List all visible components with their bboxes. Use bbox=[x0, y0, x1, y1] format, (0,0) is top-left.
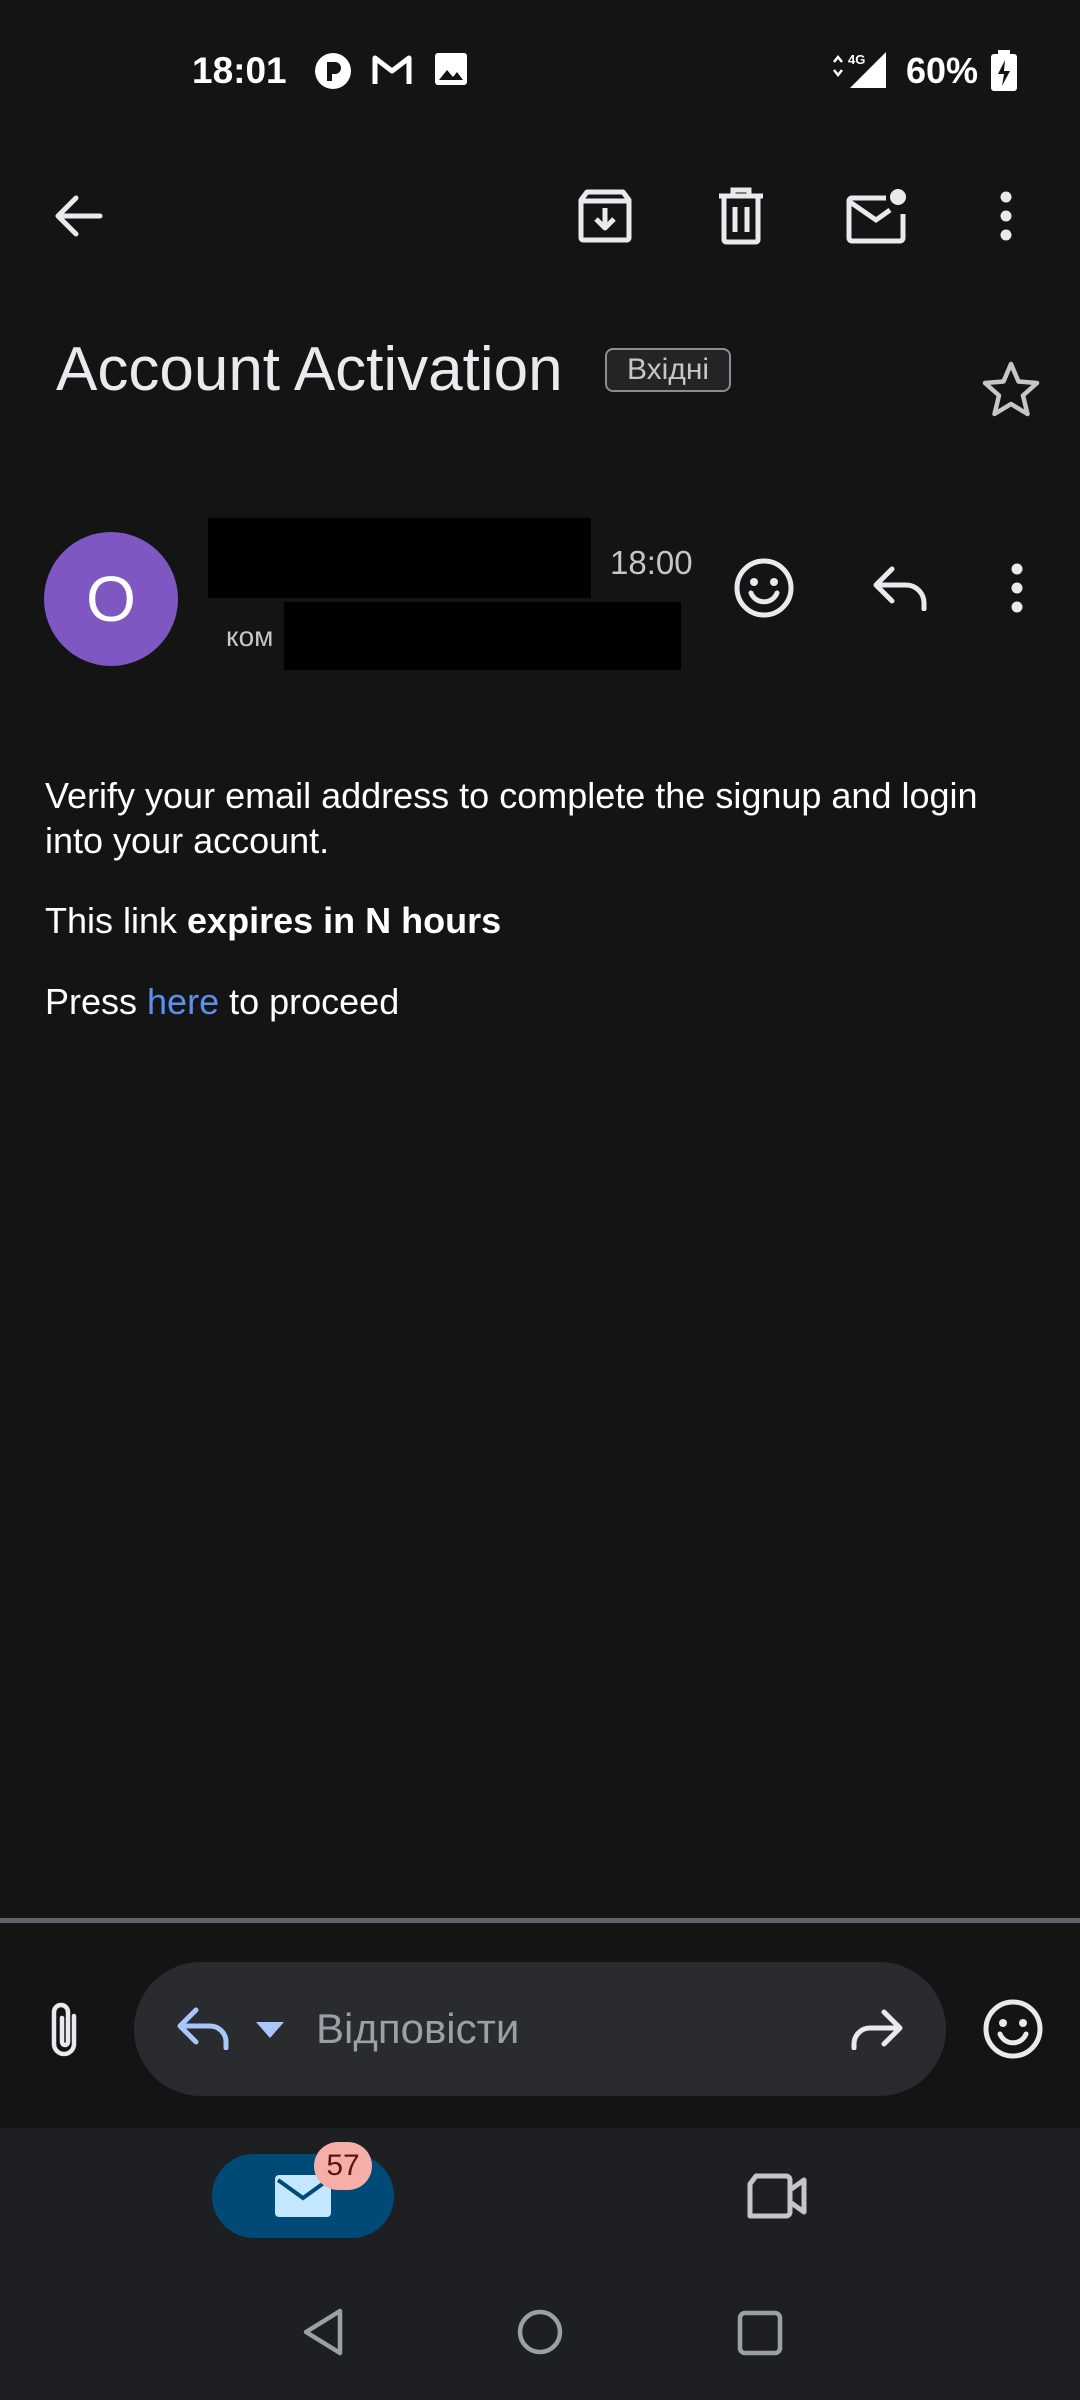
system-home-button[interactable] bbox=[516, 2308, 564, 2356]
archive-button[interactable] bbox=[557, 168, 653, 264]
delete-icon bbox=[719, 187, 763, 245]
emoji-reaction-button[interactable] bbox=[733, 557, 795, 619]
body-paragraph-1: Verify your email address to complete th… bbox=[45, 775, 978, 861]
activation-link[interactable]: here bbox=[147, 981, 219, 1022]
signal-icon: 4G bbox=[830, 50, 890, 90]
email-time: 18:00 bbox=[610, 544, 693, 581]
attachment-icon bbox=[51, 2002, 77, 2057]
triangle-back-icon bbox=[303, 2308, 343, 2356]
reply-input-placeholder[interactable]: Відповісти bbox=[316, 2002, 519, 2056]
circle-home-icon bbox=[517, 2309, 563, 2355]
redacted-recipient bbox=[284, 602, 681, 670]
system-back-button[interactable] bbox=[300, 2307, 344, 2357]
gmail-icon bbox=[372, 52, 412, 88]
redacted-sender-name bbox=[208, 518, 591, 598]
add-emoji-icon bbox=[734, 558, 794, 618]
more-vert-icon bbox=[1000, 191, 1012, 241]
message-more-button[interactable] bbox=[1010, 563, 1024, 613]
star-button[interactable] bbox=[980, 360, 1042, 418]
back-button[interactable] bbox=[30, 168, 126, 264]
more-vert-icon bbox=[1011, 563, 1023, 613]
battery-percent: 60% bbox=[906, 50, 979, 91]
star-icon bbox=[982, 361, 1040, 417]
attach-button[interactable] bbox=[44, 2000, 84, 2060]
mark-unread-button[interactable] bbox=[829, 168, 925, 264]
unread-count-badge: 57 bbox=[314, 2142, 372, 2190]
back-icon bbox=[55, 195, 103, 237]
reply-mode-button[interactable] bbox=[176, 2004, 232, 2050]
forward-icon bbox=[851, 2009, 903, 2050]
emoji-reaction-bar-button[interactable] bbox=[982, 1998, 1044, 2060]
square-recents-icon bbox=[737, 2310, 783, 2356]
video-camera-icon bbox=[747, 2173, 807, 2219]
forward-button[interactable] bbox=[848, 2006, 904, 2050]
body-text: Press bbox=[45, 981, 148, 1022]
reply-mode-dropdown[interactable] bbox=[254, 2020, 286, 2040]
reply-icon bbox=[177, 2007, 229, 2050]
image-icon bbox=[434, 52, 468, 86]
status-time: 18:01 bbox=[192, 50, 287, 91]
app-notification-icon bbox=[314, 52, 352, 90]
divider bbox=[0, 1918, 1080, 1923]
network-type-label: 4G bbox=[848, 52, 865, 67]
body-text: This link bbox=[45, 900, 188, 941]
nav-meet-tab[interactable] bbox=[746, 2172, 808, 2220]
more-options-button[interactable] bbox=[958, 168, 1054, 264]
battery-charging-icon bbox=[990, 50, 1018, 92]
body-paragraph-3: Press here to proceed bbox=[45, 979, 1035, 1024]
delete-button[interactable] bbox=[693, 168, 789, 264]
recipient-prefix[interactable]: ком bbox=[226, 618, 273, 656]
inbox-label-chip[interactable]: Вхідні bbox=[605, 348, 732, 392]
reply-button[interactable] bbox=[872, 563, 928, 611]
system-recents-button[interactable] bbox=[737, 2310, 783, 2356]
bottom-navigation bbox=[0, 2128, 1080, 2400]
mark-unread-icon bbox=[846, 189, 906, 244]
chevron-down-icon bbox=[256, 2022, 284, 2038]
body-bold-text: expires in N hours bbox=[187, 900, 502, 941]
archive-icon bbox=[578, 189, 632, 243]
sender-avatar[interactable]: O bbox=[44, 532, 178, 666]
email-subject: Account Activation bbox=[56, 335, 563, 404]
body-text: to proceed bbox=[219, 981, 400, 1022]
body-paragraph-2: This link expires in N hours bbox=[45, 898, 1035, 943]
add-emoji-icon bbox=[983, 1999, 1043, 2059]
reply-icon bbox=[873, 566, 927, 611]
